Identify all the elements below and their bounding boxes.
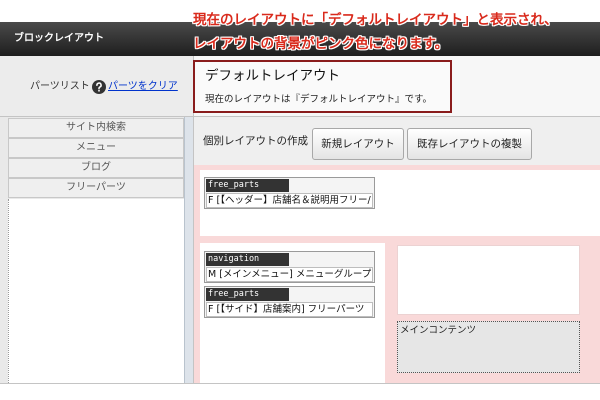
block-type-label: free_parts bbox=[206, 288, 289, 301]
block-layout-screen: ブロックレイアウト 現在のレイアウトに「デフォルトレイアウト」と表示され、 レイ… bbox=[0, 0, 600, 400]
parts-list-item[interactable]: メニュー bbox=[8, 138, 184, 158]
new-layout-button[interactable]: 新規レイアウト bbox=[312, 128, 404, 160]
annotation-line: レイアウトの背景がピンク色になります。 bbox=[193, 36, 449, 52]
main-content-area: メインコンテンツ bbox=[397, 321, 580, 373]
annotation-line: 現在のレイアウトに「デフォルトレイアウト」と表示され、 bbox=[193, 12, 558, 28]
current-layout-name: デフォルトレイアウト bbox=[205, 68, 340, 84]
layout-canvas: free_parts F [【ヘッダー】店舗名＆説明用フリー/ navigati… bbox=[194, 165, 600, 383]
main-content-label: メインコンテンツ bbox=[400, 325, 477, 336]
layout-block[interactable]: free_parts F [【サイド】店舗案内] フリーパーツ bbox=[204, 286, 375, 318]
parts-list-item[interactable]: フリーパーツ bbox=[8, 178, 184, 198]
question-circle-icon[interactable] bbox=[92, 80, 106, 94]
layout-info-row: パーツリスト パーツをクリア デフォルトレイアウト 現在のレイアウトは『デフォル… bbox=[0, 56, 600, 117]
header-area: free_parts F [【ヘッダー】店舗名＆説明用フリー/ bbox=[200, 170, 600, 236]
current-layout-box: デフォルトレイアウト 現在のレイアウトは『デフォルトレイアウト』です。 bbox=[193, 60, 452, 113]
parts-list-item[interactable]: ブログ bbox=[8, 158, 184, 178]
block-name: M [メインメニュー] メニューグループ bbox=[206, 267, 373, 282]
page-title: ブロックレイアウト bbox=[14, 33, 104, 44]
side-area: navigation M [メインメニュー] メニューグループ free_par… bbox=[200, 243, 385, 383]
layout-block[interactable]: free_parts F [【ヘッダー】店舗名＆説明用フリー/ bbox=[204, 177, 375, 209]
annotation-callout: 現在のレイアウトに「デフォルトレイアウト」と表示され、 レイアウトの背景がピンク… bbox=[193, 8, 558, 56]
block-name: F [【サイド】店舗案内] フリーパーツ bbox=[206, 302, 373, 317]
block-type-label: free_parts bbox=[206, 179, 289, 192]
current-layout-message: 現在のレイアウトは『デフォルトレイアウト』です。 bbox=[205, 94, 433, 105]
parts-list-panel: サイト内検索 メニュー ブログ フリーパーツ bbox=[0, 117, 194, 383]
duplicate-layout-button[interactable]: 既存レイアウトの複製 bbox=[407, 128, 532, 160]
layout-block[interactable]: navigation M [メインメニュー] メニューグループ bbox=[204, 251, 375, 283]
create-layout-label: 個別レイアウトの作成 bbox=[203, 135, 308, 147]
clear-parts-link[interactable]: パーツをクリア bbox=[108, 80, 178, 94]
block-type-label: navigation bbox=[206, 253, 289, 266]
divider bbox=[0, 383, 600, 384]
parts-list-header: パーツリスト パーツをクリア bbox=[0, 56, 194, 116]
parts-list-label: パーツリスト bbox=[30, 81, 90, 92]
main-top-area bbox=[397, 245, 580, 315]
block-name: F [【ヘッダー】店舗名＆説明用フリー/ bbox=[206, 193, 373, 208]
parts-list-item[interactable]: サイト内検索 bbox=[8, 118, 184, 138]
parts-list-drop-area bbox=[8, 199, 184, 383]
parts-list-scrollbar[interactable] bbox=[184, 117, 193, 383]
layout-toolbar: 個別レイアウトの作成 新規レイアウト 既存レイアウトの複製 bbox=[194, 117, 600, 165]
